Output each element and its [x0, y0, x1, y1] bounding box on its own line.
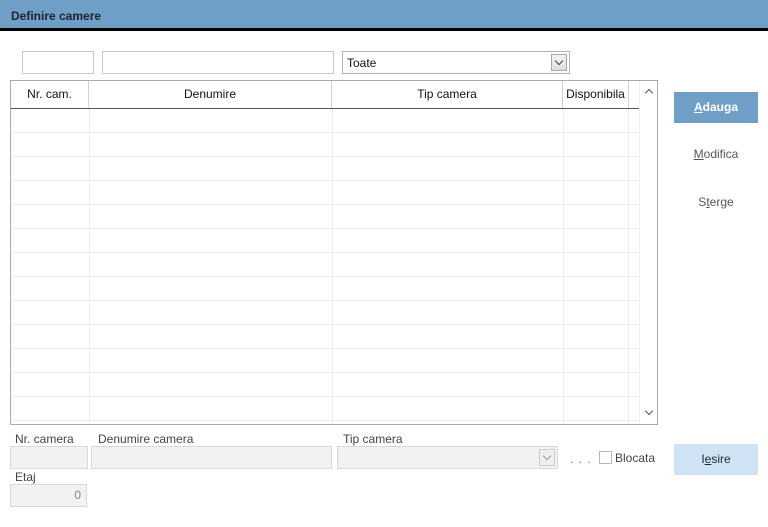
column-header-nr-cam[interactable]: Nr. cam.	[11, 81, 89, 108]
browse-button[interactable]: . . .	[570, 452, 592, 466]
adauga-button[interactable]: Adauga	[674, 92, 758, 123]
table-row[interactable]	[11, 181, 639, 205]
title-bar: Definire camere	[0, 0, 768, 31]
nr-camera-field[interactable]	[10, 446, 88, 469]
column-header-tip-camera[interactable]: Tip camera	[332, 81, 563, 108]
iesire-button[interactable]: Iesire	[674, 444, 758, 475]
filter-tip-selected-value: Toate	[347, 56, 377, 70]
table-header: Nr. cam. Denumire Tip camera Disponibila	[11, 81, 639, 109]
column-divider	[563, 109, 564, 424]
table-row[interactable]	[11, 373, 639, 397]
table-row[interactable]	[11, 277, 639, 301]
table-row[interactable]	[11, 349, 639, 373]
etaj-label: Etaj	[15, 470, 36, 484]
tip-camera-dropdown-button[interactable]	[539, 449, 555, 466]
modifica-button[interactable]: Modifica	[674, 139, 758, 170]
column-divider	[332, 109, 333, 424]
blocata-checkbox[interactable]	[599, 451, 612, 464]
filter-denumire-input[interactable]	[102, 51, 334, 74]
denumire-camera-label: Denumire camera	[98, 432, 194, 446]
button-label: Modifica	[693, 147, 739, 161]
filter-nr-input[interactable]	[22, 51, 94, 74]
window-title: Definire camere	[11, 9, 102, 23]
column-header-disponibila[interactable]: Disponibila	[563, 81, 629, 108]
table-row[interactable]	[11, 133, 639, 157]
filter-tip-select[interactable]: Toate	[342, 51, 570, 74]
tip-camera-label: Tip camera	[343, 432, 403, 446]
scroll-down-icon	[644, 406, 654, 416]
table-row[interactable]	[11, 157, 639, 181]
denumire-camera-field[interactable]	[91, 446, 332, 469]
rooms-table[interactable]: Nr. cam. Denumire Tip camera Disponibila	[10, 80, 658, 425]
table-row[interactable]	[11, 301, 639, 325]
button-label: Adauga	[693, 100, 738, 114]
table-row[interactable]	[11, 253, 639, 277]
scroll-up-button[interactable]	[640, 83, 657, 100]
table-vertical-scrollbar[interactable]	[639, 81, 657, 424]
chevron-down-icon	[542, 451, 552, 461]
etaj-field[interactable]: 0	[10, 484, 87, 507]
chevron-down-icon	[554, 56, 564, 66]
table-row[interactable]	[11, 229, 639, 253]
column-divider	[628, 109, 629, 424]
sterge-button[interactable]: Sterge	[674, 187, 758, 218]
scroll-down-button[interactable]	[640, 405, 657, 422]
button-label: Iesire	[701, 452, 731, 466]
blocata-label: Blocata	[615, 451, 656, 465]
filter-tip-dropdown-button[interactable]	[551, 54, 567, 71]
table-row[interactable]	[11, 325, 639, 349]
nr-camera-label: Nr. camera	[15, 432, 74, 446]
column-header-denumire[interactable]: Denumire	[89, 81, 332, 108]
table-body	[11, 109, 639, 424]
table-row[interactable]	[11, 205, 639, 229]
button-label: Sterge	[698, 195, 734, 209]
table-row[interactable]	[11, 397, 639, 421]
column-divider	[89, 109, 90, 424]
scroll-up-icon	[644, 88, 654, 98]
tip-camera-select[interactable]	[337, 446, 558, 469]
table-row[interactable]	[11, 109, 639, 133]
